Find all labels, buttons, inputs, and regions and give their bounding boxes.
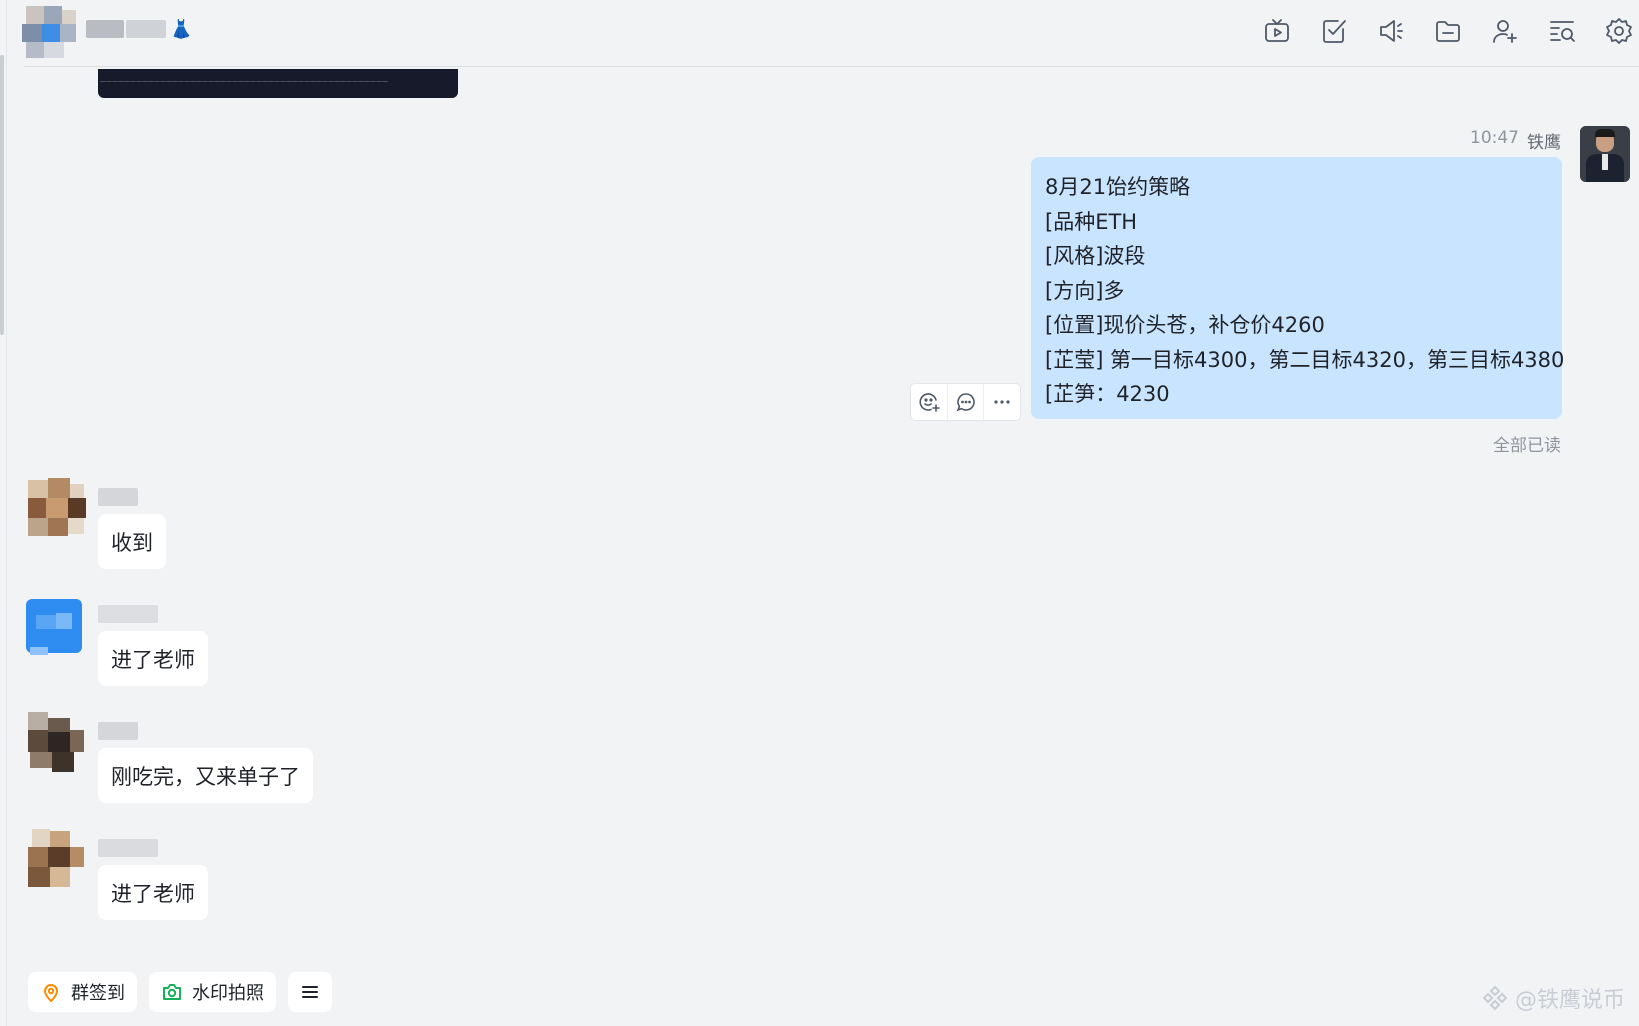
incoming-message-bubble[interactable]: 进了老师	[98, 865, 208, 920]
settings-icon[interactable]	[1604, 16, 1634, 46]
emoji-reaction-icon[interactable]	[911, 384, 948, 420]
sender-name: 铁鹰	[1527, 133, 1561, 153]
watermark: @铁鹰说币	[1481, 982, 1625, 1014]
message-line: [品种ETH	[1045, 209, 1138, 234]
reply-icon[interactable]	[948, 384, 985, 420]
read-status[interactable]: 全部已读	[1493, 431, 1561, 456]
folder-icon[interactable]	[1433, 16, 1463, 46]
binance-logo-icon	[1482, 985, 1508, 1011]
member-nickname	[98, 839, 158, 857]
incoming-message-bubble[interactable]: 刚吃完，又来单子了	[98, 748, 313, 803]
camera-icon	[163, 984, 181, 1000]
member-nickname	[98, 488, 138, 506]
left-border	[6, 0, 7, 1026]
message-time: 10:47	[1470, 128, 1519, 148]
image-message-preview[interactable]: ————————————————————————————————————————…	[98, 69, 458, 98]
add-member-icon[interactable]	[1490, 16, 1520, 46]
live-icon[interactable]	[1262, 16, 1292, 46]
checkin-label: 群签到	[71, 983, 125, 1004]
member-nickname	[98, 605, 158, 623]
message-line: [风格]波段	[1045, 244, 1146, 268]
menu-icon	[302, 986, 318, 998]
group-checkin-button[interactable]: 群签到	[28, 972, 137, 1012]
message-line: 8月21饴约策略	[1045, 175, 1191, 199]
message-meta: 10:47 铁鹰	[1470, 128, 1561, 153]
member-avatar[interactable]	[26, 829, 88, 889]
photo-label: 水印拍照	[192, 983, 264, 1004]
member-nickname	[98, 722, 138, 740]
location-pin-icon	[44, 984, 58, 1002]
more-icon[interactable]	[984, 384, 1020, 420]
watermark-photo-button[interactable]: 水印拍照	[149, 972, 276, 1012]
outgoing-message-bubble[interactable]: 8月21饴约策略 [品种ETH [风格]波段 [方向]多 [位置]现价头苍，补仓…	[1031, 157, 1565, 419]
scrollbar[interactable]	[0, 55, 4, 335]
message-line: [位置]现价头苍，补仓价4260	[1045, 313, 1325, 337]
task-icon[interactable]	[1319, 16, 1349, 46]
self-avatar[interactable]	[1580, 126, 1630, 182]
header-toolbar	[1262, 16, 1634, 46]
search-history-icon[interactable]	[1547, 16, 1577, 46]
member-avatar[interactable]	[26, 478, 88, 538]
group-name: 👗	[86, 18, 192, 40]
message-line: [方向]多	[1045, 278, 1125, 303]
message-line: [芷莹] 第一目标4300，第二目标4320，第三目标4380	[1045, 347, 1565, 372]
incoming-message-bubble[interactable]: 进了老师	[98, 631, 208, 686]
chat-header: 👗	[0, 0, 1639, 66]
image-preview-text: ————————————————————————————————————————…	[100, 78, 388, 85]
message-line: [芷笋：4230	[1045, 382, 1170, 406]
header-divider	[24, 66, 1639, 67]
announcement-icon[interactable]	[1376, 16, 1406, 46]
watermark-text: @铁鹰说币	[1514, 988, 1625, 1013]
message-hover-actions	[910, 383, 1021, 421]
more-menu-button[interactable]	[288, 972, 332, 1012]
group-avatar[interactable]	[18, 4, 78, 60]
member-avatar[interactable]	[26, 712, 88, 772]
quick-action-bar: 群签到 水印拍照	[28, 972, 332, 1012]
member-avatar[interactable]	[26, 595, 88, 655]
incoming-message-bubble[interactable]: 收到	[98, 514, 166, 569]
dress-icon: 👗	[170, 18, 193, 40]
